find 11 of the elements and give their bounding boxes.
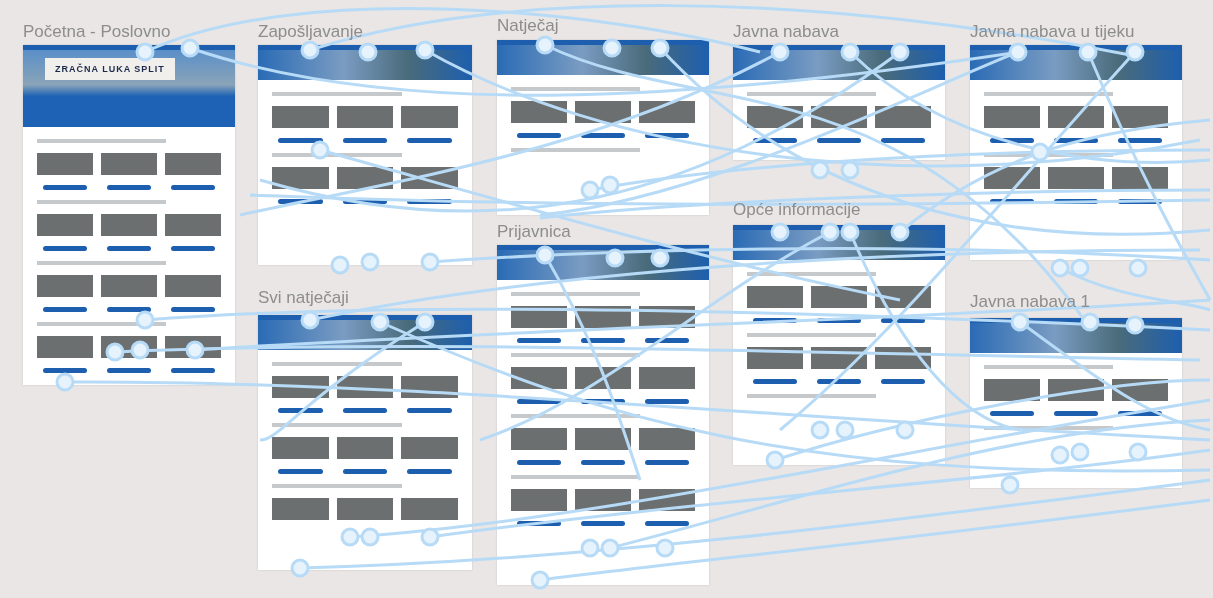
artboard-title[interactable]: Opće informacije	[733, 200, 861, 220]
hero-title: ZRAČNA LUKA SPLIT	[45, 57, 175, 80]
artboard-title[interactable]: Javna nabava	[733, 22, 839, 42]
artboard-title[interactable]: Svi natječaji	[258, 288, 349, 308]
artboard-title[interactable]: Prijavnica	[497, 222, 571, 242]
artboard[interactable]: ZRAČNA LUKA SPLIT	[23, 45, 235, 385]
artboard-title[interactable]: Javna nabava 1	[970, 292, 1091, 312]
artboard-title[interactable]: Početna - Poslovno	[23, 22, 171, 42]
artboard-title[interactable]: Zapošljavanje	[258, 22, 363, 42]
artboard-title[interactable]: Javna nabava u tijeku	[970, 22, 1135, 42]
artboard-title[interactable]: Natječaj	[497, 16, 559, 36]
